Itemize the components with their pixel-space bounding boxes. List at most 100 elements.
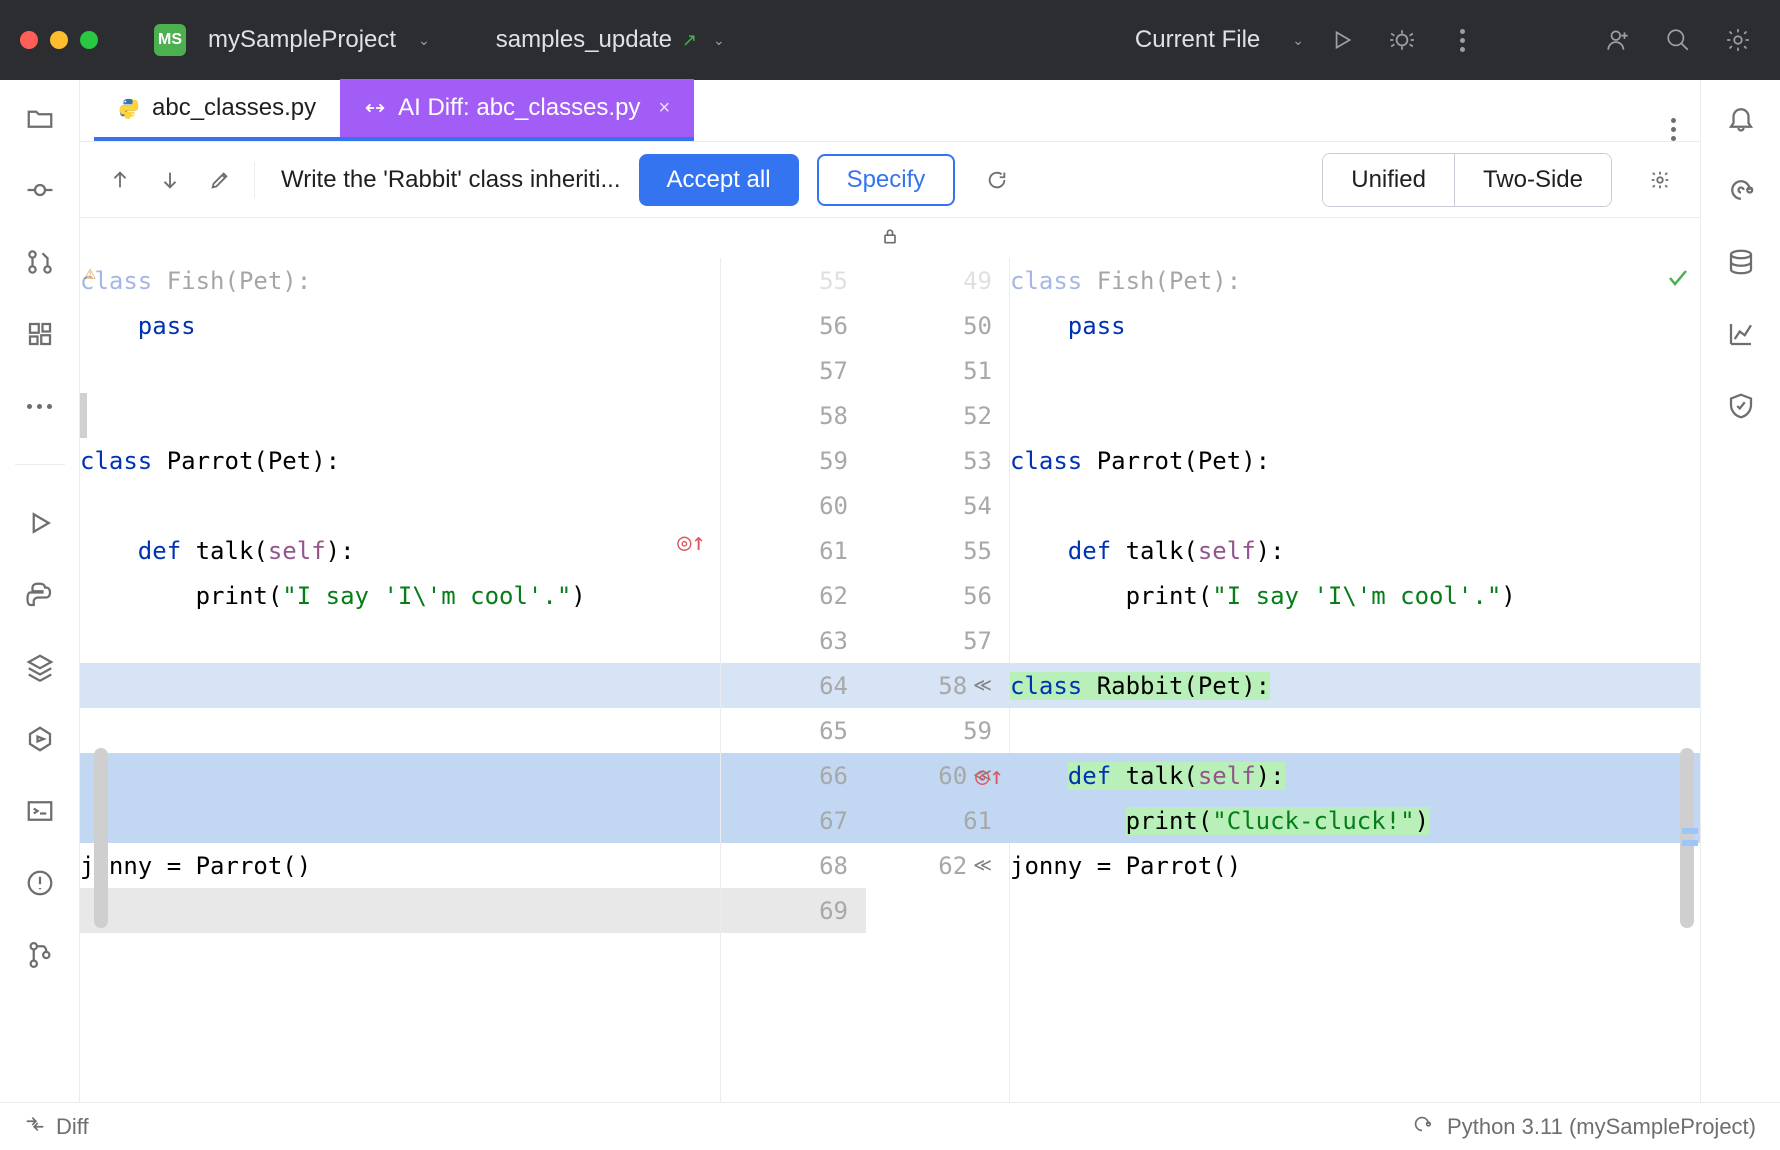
line-number: 59 — [721, 438, 866, 483]
line-number: 57 — [865, 618, 1010, 663]
more-icon[interactable] — [1440, 18, 1484, 62]
line-number: 62 — [721, 573, 866, 618]
more-horizontal-icon[interactable] — [22, 388, 58, 424]
chevron-down-icon[interactable]: ⌄ — [418, 32, 430, 49]
diff-toolbar: Write the 'Rabbit' class inheriti... Acc… — [80, 142, 1700, 218]
line-number: 60≪◎↑ — [865, 753, 1010, 798]
add-user-icon[interactable] — [1596, 18, 1640, 62]
database-icon[interactable] — [1723, 244, 1759, 280]
structure-icon[interactable] — [22, 316, 58, 352]
line-number: 53 — [865, 438, 1010, 483]
line-number: 58 — [721, 393, 866, 438]
left-toolbar — [0, 80, 80, 1102]
ai-prompt-input[interactable]: Write the 'Rabbit' class inheriti... — [281, 166, 621, 194]
scrollbar-thumb[interactable] — [1680, 748, 1694, 928]
line-number: 49 — [865, 258, 1010, 303]
minimap-marker[interactable] — [1682, 840, 1698, 846]
run-configuration[interactable]: Current File — [1135, 26, 1260, 54]
line-number: 52 — [865, 393, 1010, 438]
terminal-icon[interactable] — [22, 793, 58, 829]
apply-chunk-icon[interactable]: ≪ — [973, 675, 992, 696]
lock-icon — [880, 226, 900, 251]
ai-diff-icon — [364, 97, 386, 119]
edit-icon[interactable] — [204, 164, 236, 196]
chevron-down-icon[interactable]: ⌄ — [1292, 32, 1304, 49]
line-number-gutters: 55 56 57 58 59 60 61 62 63 64 65 66 67 6… — [720, 258, 1010, 1102]
branch-name: samples_update — [496, 26, 672, 54]
close-icon[interactable]: × — [658, 97, 670, 120]
line-number: 69 — [721, 888, 866, 933]
line-number: 57 — [721, 348, 866, 393]
breakpoint-icon[interactable]: ◎↑ — [975, 762, 1004, 790]
chevron-down-icon[interactable]: ⌄ — [713, 32, 725, 49]
prev-diff-icon[interactable] — [104, 164, 136, 196]
interpreter-icon — [1411, 1113, 1433, 1141]
gear-icon[interactable] — [1644, 164, 1676, 196]
breakpoint-icon[interactable]: ◎↑ — [677, 528, 706, 556]
shield-icon[interactable] — [1723, 388, 1759, 424]
line-number: 60 — [721, 483, 866, 528]
status-bar: Diff Python 3.11 (mySampleProject) — [0, 1102, 1780, 1150]
diff-arrows-icon — [24, 1113, 46, 1141]
bell-icon[interactable] — [1723, 100, 1759, 136]
line-number: 59 — [865, 708, 1010, 753]
tab-ai-diff[interactable]: AI Diff: abc_classes.py × — [340, 79, 694, 141]
interpreter-label[interactable]: Python 3.11 (mySampleProject) — [1447, 1114, 1756, 1140]
readonly-indicator — [80, 218, 1700, 258]
maximize-window[interactable] — [80, 31, 98, 49]
search-icon[interactable] — [1656, 18, 1700, 62]
commit-icon[interactable] — [22, 172, 58, 208]
line-number: 55 — [865, 528, 1010, 573]
tab-label: AI Diff: abc_classes.py — [398, 94, 640, 122]
line-number: 65 — [721, 708, 866, 753]
line-number: 61 — [721, 528, 866, 573]
line-number: 61 — [865, 798, 1010, 843]
line-number: 62≪ — [865, 843, 1010, 888]
project-name[interactable]: mySampleProject — [208, 26, 396, 54]
tab-abc-classes[interactable]: abc_classes.py — [94, 79, 340, 141]
scrollbar-thumb[interactable] — [94, 748, 108, 928]
titlebar: MS mySampleProject ⌄ samples_update ↗ ⌄ … — [0, 0, 1780, 80]
line-number: 68 — [721, 843, 866, 888]
line-number: 64 — [721, 663, 866, 708]
services-icon[interactable] — [22, 721, 58, 757]
line-number: 55 — [721, 258, 866, 303]
minimize-window[interactable] — [50, 31, 68, 49]
unified-view-button[interactable]: Unified — [1323, 154, 1454, 206]
minimap-marker[interactable] — [1682, 828, 1698, 834]
line-number: 63 — [721, 618, 866, 663]
problems-icon[interactable] — [22, 865, 58, 901]
twoside-view-button[interactable]: Two-Side — [1454, 154, 1611, 206]
vcs-branch[interactable]: samples_update ↗ ⌄ — [486, 26, 725, 54]
external-arrow-icon: ↗ — [682, 30, 697, 51]
tab-more-icon[interactable] — [1647, 118, 1700, 141]
folder-icon[interactable] — [22, 100, 58, 136]
chart-icon[interactable] — [1723, 316, 1759, 352]
specify-button[interactable]: Specify — [817, 154, 956, 206]
debug-icon[interactable] — [1380, 18, 1424, 62]
pull-request-icon[interactable] — [22, 244, 58, 280]
ai-assistant-icon[interactable] — [1723, 172, 1759, 208]
line-number: 58≪ — [865, 663, 1010, 708]
next-diff-icon[interactable] — [154, 164, 186, 196]
line-number: 56 — [865, 573, 1010, 618]
vcs-icon[interactable] — [22, 937, 58, 973]
diff-viewer: ⚠ class Fish(Pet): pass class Parrot(Pet… — [80, 258, 1700, 1102]
view-mode-segment: Unified Two-Side — [1322, 153, 1612, 207]
right-diff-pane[interactable]: class Fish(Pet): pass class Parrot(Pet):… — [1010, 258, 1700, 1102]
python-console-icon[interactable] — [22, 577, 58, 613]
run-icon[interactable] — [1320, 18, 1364, 62]
close-window[interactable] — [20, 31, 38, 49]
accept-all-button[interactable]: Accept all — [639, 154, 799, 206]
right-toolbar — [1700, 80, 1780, 1102]
left-diff-pane[interactable]: class Fish(Pet): pass class Parrot(Pet):… — [80, 258, 720, 1102]
play-icon[interactable] — [22, 505, 58, 541]
project-badge: MS — [154, 24, 186, 56]
status-left-label[interactable]: Diff — [56, 1114, 89, 1140]
reload-icon[interactable] — [981, 164, 1013, 196]
layers-icon[interactable] — [22, 649, 58, 685]
apply-chunk-icon[interactable]: ≪ — [973, 855, 992, 876]
gear-icon[interactable] — [1716, 18, 1760, 62]
line-number: 50 — [865, 303, 1010, 348]
line-number: 66 — [721, 753, 866, 798]
